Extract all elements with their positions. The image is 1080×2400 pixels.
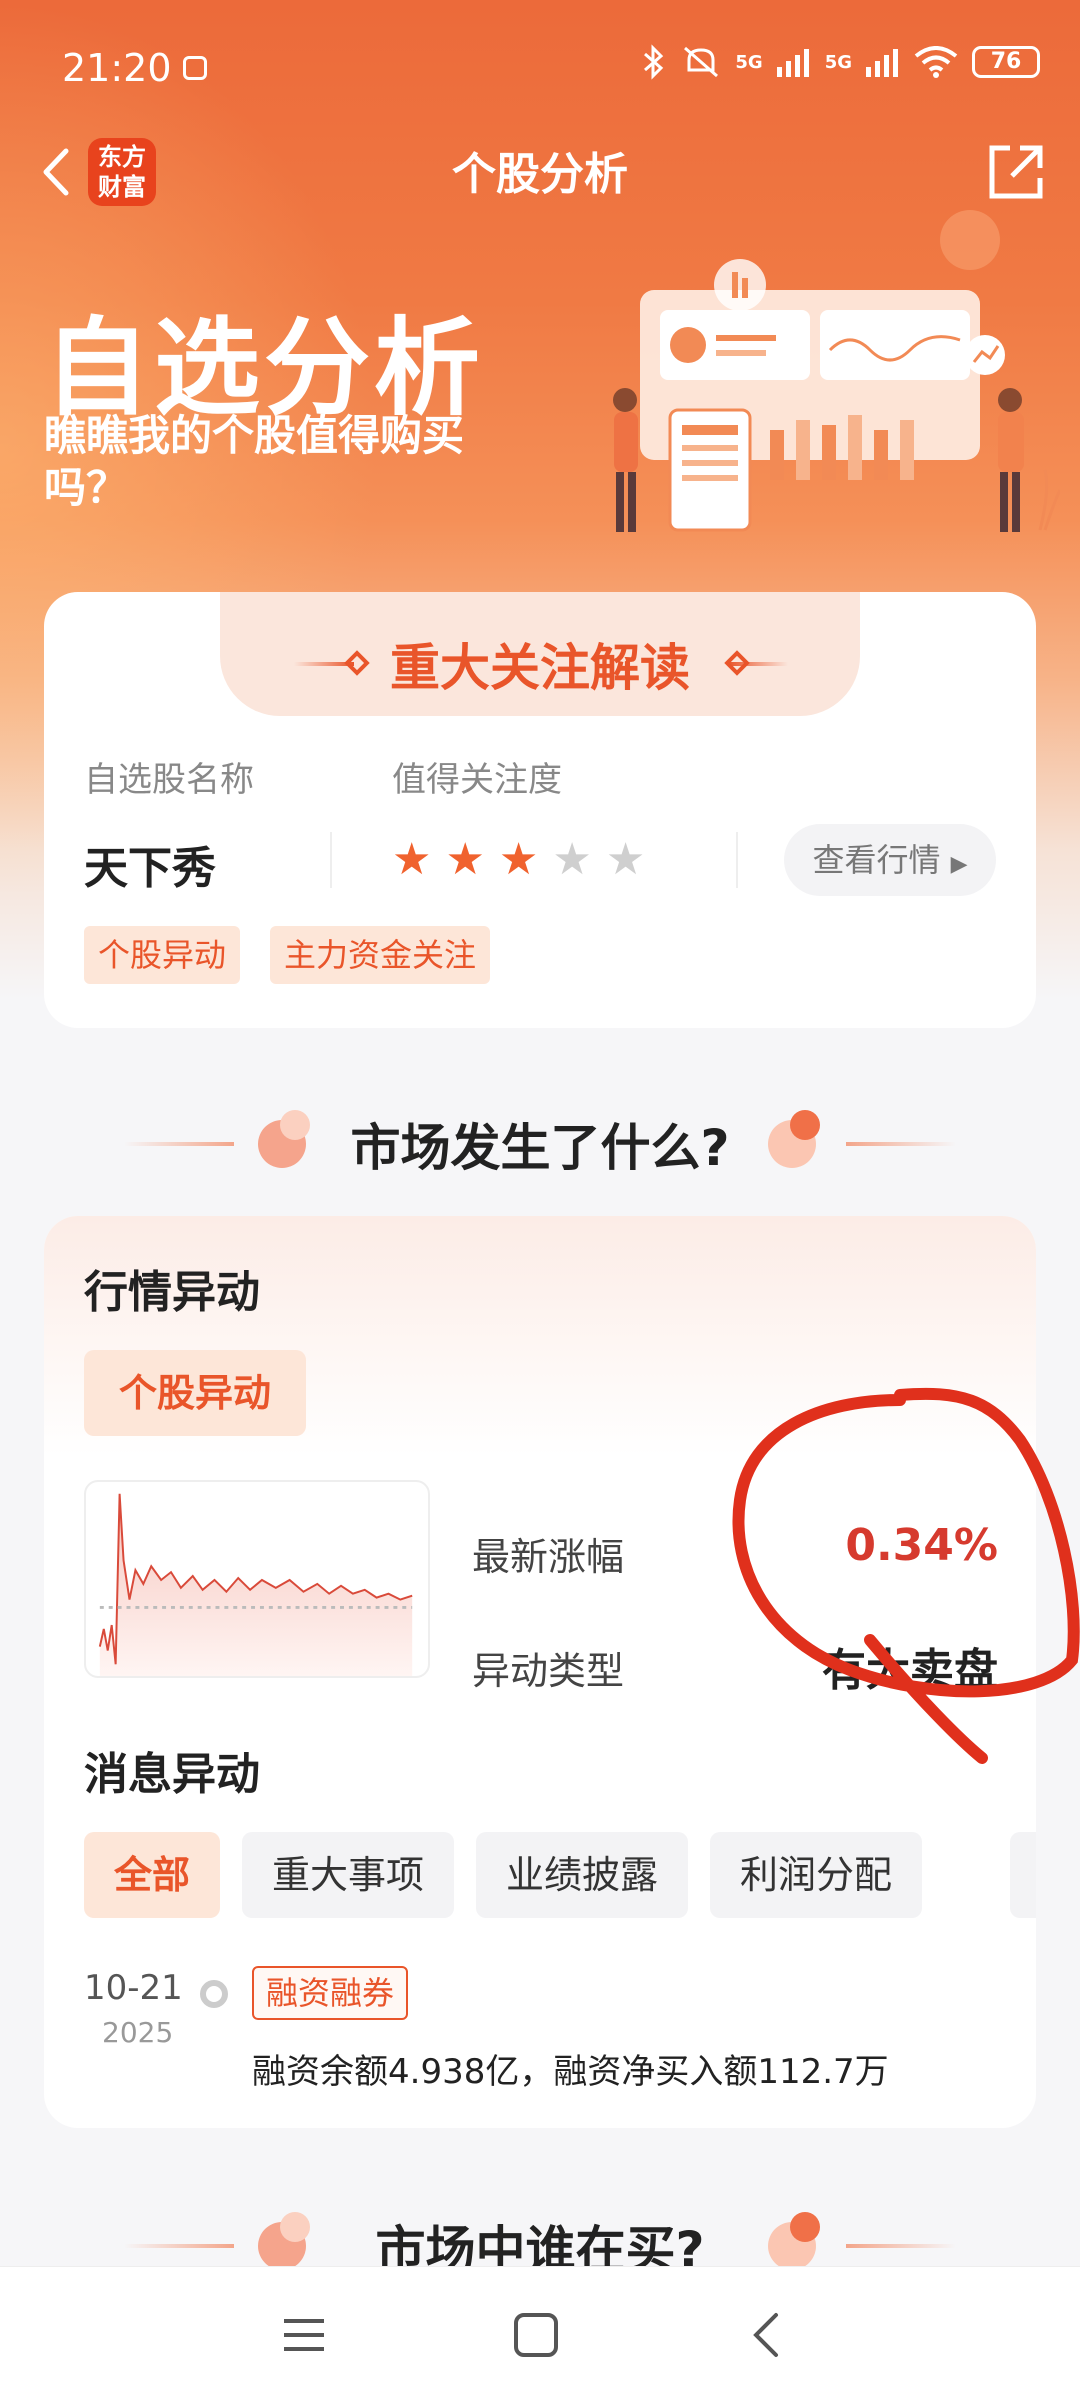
- home-icon[interactable]: [508, 2307, 564, 2363]
- network-label-2: 5G: [824, 51, 852, 73]
- star-filled-icon: ★: [498, 834, 539, 885]
- anomaly-type-label: 异动类型: [472, 1649, 625, 1693]
- star-empty-icon: ★: [605, 834, 646, 885]
- stock-anomaly-pill[interactable]: 个股异动: [84, 1350, 306, 1436]
- intraday-mini-chart[interactable]: [84, 1480, 430, 1678]
- status-bar: 21:20 5G 5G 76: [0, 0, 1080, 140]
- section-line-right: [846, 2244, 956, 2248]
- tag-stock-anomaly: 个股异动: [84, 926, 241, 984]
- mute-icon: [684, 46, 719, 78]
- status-time: 21:20: [62, 46, 172, 90]
- bubble-decor: [790, 2212, 820, 2242]
- stock-name: 天下秀: [84, 843, 216, 894]
- notification-icon: [183, 56, 207, 80]
- bluetooth-icon: [644, 44, 664, 80]
- anomaly-type-value: 有大卖盘: [822, 1645, 998, 1696]
- change-value: 0.34%: [845, 1520, 998, 1571]
- share-icon[interactable]: [984, 140, 1048, 204]
- system-navigation-bar: [0, 2266, 1080, 2400]
- news-filter-tabs: 全部 重大事项 业绩披露 利润分配: [84, 1832, 923, 1918]
- section-header-market: 市场发生了什么?: [0, 1102, 1080, 1182]
- menu-icon[interactable]: [276, 2307, 332, 2363]
- focus-card-title: 重大关注解读: [390, 639, 690, 697]
- stock-name-label: 自选股名称: [84, 760, 254, 800]
- divider: [736, 832, 738, 888]
- focus-card: 重大关注解读 自选股名称 值得关注度 天下秀 ★ ★ ★ ★ ★ 查看行情 ▶ 个股异动…: [44, 592, 1036, 1028]
- star-filled-icon: ★: [392, 834, 432, 885]
- news-year: 2025: [102, 2016, 174, 2049]
- section-line-right: [846, 1142, 956, 1146]
- tag-main-fund: 主力资金关注: [270, 926, 491, 984]
- filter-major-events[interactable]: 重大事项: [242, 1832, 455, 1918]
- market-anomaly-card: 行情异动 个股异动 最新涨幅 0.34% 异动类型 有大卖盘 消息异动: [44, 1216, 1036, 2128]
- news-text[interactable]: 融资余额4.938亿，融资净买入额112.7万: [252, 2044, 889, 2093]
- page-title: 个股分析: [452, 149, 628, 200]
- battery-icon: 76: [972, 46, 1040, 78]
- wifi-icon: [914, 46, 958, 78]
- attention-label: 值得关注度: [392, 760, 562, 800]
- analysis-illustration-icon: [613, 210, 1060, 532]
- news-tag: 融资融券: [252, 1966, 409, 2020]
- back-nav-icon[interactable]: [740, 2307, 796, 2363]
- timeline-dot-icon: [200, 1980, 228, 2008]
- filter-all[interactable]: 全部: [84, 1832, 221, 1918]
- signal-icon-2: [866, 49, 898, 77]
- attention-rating: ★ ★ ★ ★ ★: [392, 836, 645, 884]
- view-quote-label: 查看行情: [812, 841, 941, 879]
- star-filled-icon: ★: [445, 834, 485, 885]
- status-icons: 5G 5G 76: [641, 44, 1040, 80]
- signal-icon: [776, 49, 809, 77]
- title-decor-line-right: [728, 662, 788, 666]
- caret-right-icon: ▶: [950, 852, 968, 877]
- view-quote-button[interactable]: 查看行情 ▶: [784, 824, 996, 896]
- divider: [330, 832, 332, 888]
- news-anomaly-title: 消息异动: [84, 1749, 260, 1800]
- filter-overflow[interactable]: [1010, 1832, 1036, 1918]
- news-date: 10-21: [84, 1968, 183, 2008]
- filter-dividend[interactable]: 利润分配: [710, 1832, 923, 1918]
- filter-earnings[interactable]: 业绩披露: [476, 1832, 689, 1918]
- bubble-decor: [790, 1110, 820, 1140]
- star-empty-icon: ★: [552, 834, 592, 885]
- network-label-1: 5G: [735, 51, 763, 73]
- change-label: 最新涨幅: [472, 1535, 625, 1579]
- market-anomaly-title: 行情异动: [84, 1267, 260, 1318]
- banner-subtitle: 瞧瞧我的个股值得购买吗？: [44, 411, 465, 512]
